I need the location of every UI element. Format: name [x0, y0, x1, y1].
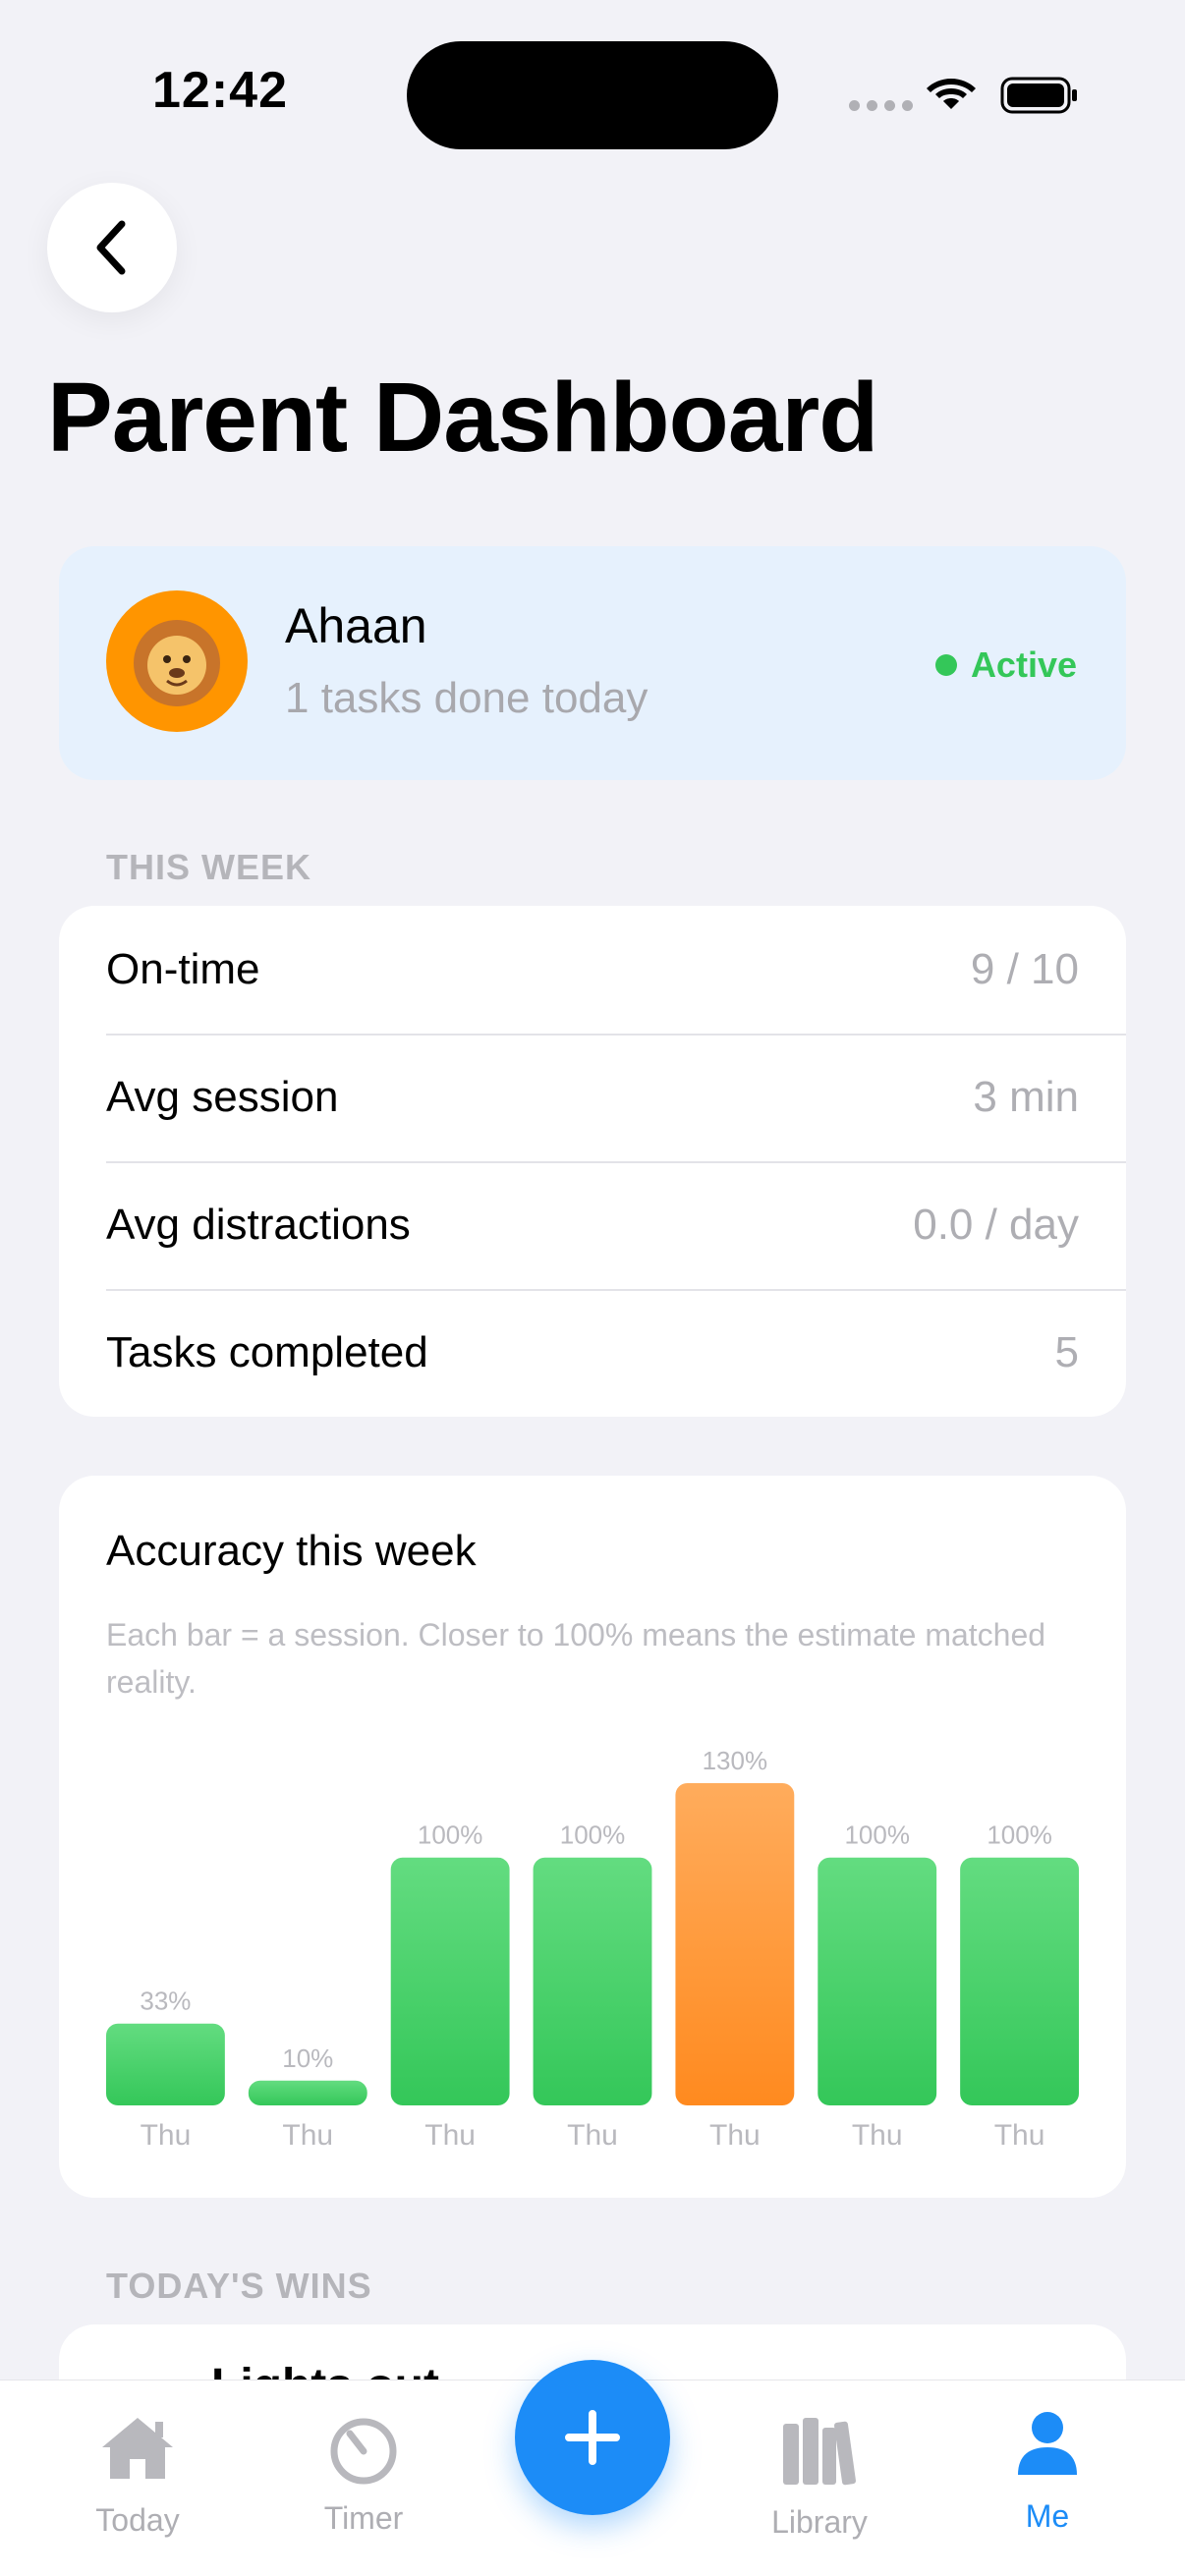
wifi-icon	[927, 79, 976, 109]
stat-row-tasks-completed: Tasks completed 5	[59, 1289, 1126, 1417]
accuracy-bar-chart: 33% Thu 10% Thu 100% Thu 100% Thu 130% Thu 100% Thu…	[106, 1746, 1079, 2152]
stat-label: Avg session	[106, 1073, 339, 1121]
accuracy-bar	[390, 1857, 510, 2105]
library-icon	[783, 2418, 856, 2486]
status-label: Active	[970, 644, 1077, 685]
bar-value-label: 130%	[703, 1746, 768, 1775]
add-task-button[interactable]	[515, 2360, 670, 2515]
status-dot-icon	[934, 654, 957, 676]
bar-category-label: Thu	[567, 2119, 618, 2152]
lion-icon	[134, 620, 220, 706]
accuracy-bar	[960, 1857, 1079, 2105]
stat-label: On-time	[106, 945, 260, 993]
tab-today[interactable]: Today	[59, 2380, 216, 2576]
tab-timer[interactable]: Timer	[285, 2380, 442, 2576]
cellular-signal-icon	[849, 100, 913, 111]
stat-value: 5	[1054, 1328, 1079, 1376]
child-tasks-summary: 1 tasks done today	[285, 674, 649, 722]
child-profile-card[interactable]: Ahaan 1 tasks done today Active	[59, 546, 1126, 780]
accuracy-bar	[818, 1857, 937, 2105]
stat-value: 9 / 10	[970, 945, 1079, 993]
page-title: Parent Dashboard	[47, 363, 878, 473]
plus-icon	[565, 2410, 620, 2465]
accuracy-chart-card: Accuracy this week Each bar = a session.…	[59, 1476, 1126, 2198]
accuracy-bar	[248, 2080, 367, 2105]
bar-category-label: Thu	[994, 2119, 1045, 2152]
stat-value: 3 min	[973, 1073, 1079, 1121]
section-header-this-week: THIS WEEK	[106, 847, 312, 887]
stat-row-on-time: On-time 9 / 10	[59, 906, 1126, 1034]
bar-category-label: Thu	[282, 2119, 333, 2152]
accuracy-bar	[533, 1857, 652, 2105]
house-icon	[102, 2418, 173, 2479]
stat-label: Avg distractions	[106, 1201, 411, 1249]
bar-value-label: 33%	[140, 1987, 191, 2016]
accuracy-bar	[106, 2023, 225, 2105]
person-icon	[1018, 2412, 1077, 2475]
tab-label: Timer	[323, 2500, 404, 2536]
back-button[interactable]	[47, 183, 177, 312]
bar-value-label: 100%	[987, 1820, 1052, 1850]
tab-me[interactable]: Me	[969, 2380, 1126, 2576]
status-badge: Active	[934, 644, 1077, 686]
stat-row-avg-distractions: Avg distractions 0.0 / day	[59, 1161, 1126, 1289]
status-time: 12:42	[152, 62, 288, 119]
avatar	[106, 590, 248, 732]
bar-category-label: Thu	[141, 2119, 192, 2152]
bar-value-label: 10%	[282, 2044, 333, 2073]
bar-value-label: 100%	[560, 1820, 626, 1850]
battery-icon	[1000, 77, 1077, 114]
tab-label: Library	[771, 2504, 868, 2540]
bar-value-label: 100%	[844, 1820, 910, 1850]
stat-value: 0.0 / day	[913, 1201, 1079, 1249]
dynamic-island	[407, 41, 778, 149]
stat-label: Tasks completed	[106, 1328, 428, 1376]
tab-library[interactable]: Library	[741, 2380, 898, 2576]
chevron-left-icon	[96, 220, 126, 275]
bar-category-label: Thu	[709, 2119, 761, 2152]
tab-label: Today	[95, 2502, 180, 2538]
weekly-stats-card: On-time 9 / 10 Avg session 3 min Avg dis…	[59, 906, 1126, 1417]
bar-category-label: Thu	[852, 2119, 903, 2152]
accuracy-bar	[675, 1783, 795, 2105]
tab-label: Me	[1025, 2498, 1070, 2534]
status-bar: 12:42	[0, 0, 1185, 196]
stat-row-avg-session: Avg session 3 min	[59, 1034, 1126, 1161]
section-header-todays-wins: TODAY'S WINS	[106, 2266, 372, 2306]
child-name: Ahaan	[285, 598, 427, 653]
bar-value-label: 100%	[418, 1820, 483, 1850]
bar-category-label: Thu	[424, 2119, 476, 2152]
timer-icon	[330, 2418, 397, 2485]
